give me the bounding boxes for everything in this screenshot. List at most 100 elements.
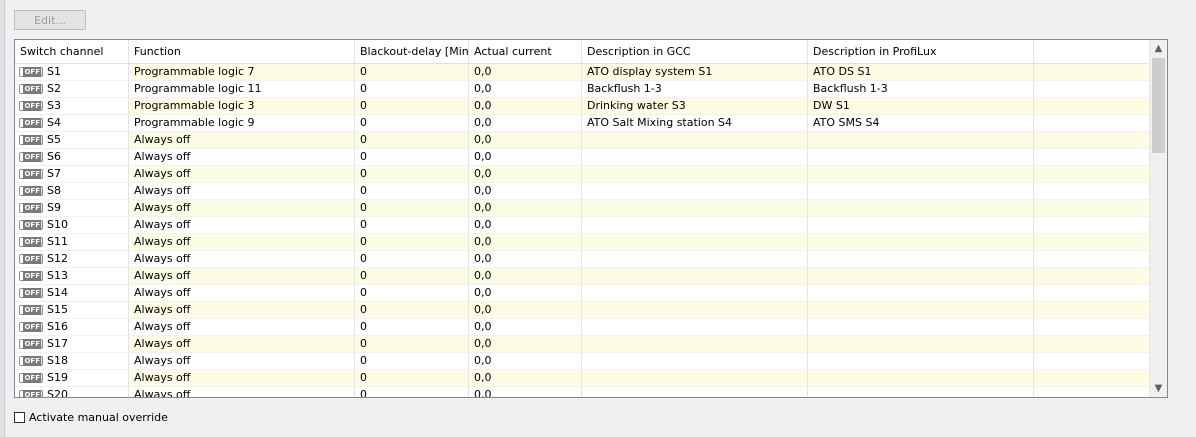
function-cell[interactable]: Always off xyxy=(129,336,355,353)
off-toggle-icon[interactable]: OFF xyxy=(19,322,43,332)
table-row[interactable]: OFF S19 Always off 0 0,0 xyxy=(15,370,1151,387)
column-header-switch-channel[interactable]: Switch channel xyxy=(15,40,129,64)
function-cell[interactable]: Always off xyxy=(129,200,355,217)
description-profilux-cell[interactable] xyxy=(808,183,1034,200)
switch-channel-cell[interactable]: OFF S4 xyxy=(15,115,129,132)
table-row[interactable]: OFF S11 Always off 0 0,0 xyxy=(15,234,1151,251)
table-row[interactable]: OFF S9 Always off 0 0,0 xyxy=(15,200,1151,217)
description-profilux-cell[interactable] xyxy=(808,200,1034,217)
function-cell[interactable]: Always off xyxy=(129,387,355,397)
off-toggle-icon[interactable]: OFF xyxy=(19,390,43,397)
function-cell[interactable]: Programmable logic 7 xyxy=(129,64,355,81)
function-cell[interactable]: Programmable logic 3 xyxy=(129,98,355,115)
blackout-delay-cell[interactable]: 0 xyxy=(355,234,469,251)
description-gcc-cell[interactable] xyxy=(582,149,808,166)
chevron-up-icon[interactable]: ▲ xyxy=(1150,40,1167,57)
description-profilux-cell[interactable] xyxy=(808,353,1034,370)
description-gcc-cell[interactable]: ATO display system S1 xyxy=(582,64,808,81)
description-gcc-cell[interactable] xyxy=(582,251,808,268)
function-cell[interactable]: Always off xyxy=(129,302,355,319)
blackout-delay-cell[interactable]: 0 xyxy=(355,319,469,336)
function-cell[interactable]: Always off xyxy=(129,319,355,336)
description-profilux-cell[interactable]: ATO SMS S4 xyxy=(808,115,1034,132)
description-gcc-cell[interactable] xyxy=(582,132,808,149)
edit-button[interactable]: Edit... xyxy=(14,10,86,30)
chevron-down-icon[interactable]: ▼ xyxy=(1150,380,1167,397)
switch-channel-cell[interactable]: OFF S13 xyxy=(15,268,129,285)
description-profilux-cell[interactable] xyxy=(808,149,1034,166)
switch-channel-cell[interactable]: OFF S2 xyxy=(15,81,129,98)
off-toggle-icon[interactable]: OFF xyxy=(19,101,43,111)
description-gcc-cell[interactable] xyxy=(582,319,808,336)
description-profilux-cell[interactable] xyxy=(808,234,1034,251)
description-profilux-cell[interactable] xyxy=(808,251,1034,268)
off-toggle-icon[interactable]: OFF xyxy=(19,271,43,281)
function-cell[interactable]: Programmable logic 9 xyxy=(129,115,355,132)
blackout-delay-cell[interactable]: 0 xyxy=(355,353,469,370)
blackout-delay-cell[interactable]: 0 xyxy=(355,81,469,98)
column-header-description-profilux[interactable]: Description in ProfiLux xyxy=(808,40,1034,64)
description-profilux-cell[interactable] xyxy=(808,132,1034,149)
off-toggle-icon[interactable]: OFF xyxy=(19,118,43,128)
table-row[interactable]: OFF S13 Always off 0 0,0 xyxy=(15,268,1151,285)
description-profilux-cell[interactable]: Backflush 1-3 xyxy=(808,81,1034,98)
switch-channel-cell[interactable]: OFF S8 xyxy=(15,183,129,200)
description-profilux-cell[interactable] xyxy=(808,370,1034,387)
off-toggle-icon[interactable]: OFF xyxy=(19,203,43,213)
switch-channel-cell[interactable]: OFF S17 xyxy=(15,336,129,353)
function-cell[interactable]: Always off xyxy=(129,234,355,251)
off-toggle-icon[interactable]: OFF xyxy=(19,186,43,196)
column-header-description-gcc[interactable]: Description in GCC xyxy=(582,40,808,64)
off-toggle-icon[interactable]: OFF xyxy=(19,288,43,298)
switch-channel-cell[interactable]: OFF S7 xyxy=(15,166,129,183)
blackout-delay-cell[interactable]: 0 xyxy=(355,132,469,149)
blackout-delay-cell[interactable]: 0 xyxy=(355,336,469,353)
description-gcc-cell[interactable] xyxy=(582,302,808,319)
description-gcc-cell[interactable] xyxy=(582,370,808,387)
description-gcc-cell[interactable] xyxy=(582,183,808,200)
table-row[interactable]: OFF S1 Programmable logic 7 0 0,0 ATO display… xyxy=(15,64,1151,81)
table-row[interactable]: OFF S12 Always off 0 0,0 xyxy=(15,251,1151,268)
column-header-blackout-delay[interactable]: Blackout-delay [Min] xyxy=(355,40,469,64)
description-profilux-cell[interactable]: DW S1 xyxy=(808,98,1034,115)
function-cell[interactable]: Always off xyxy=(129,268,355,285)
off-toggle-icon[interactable]: OFF xyxy=(19,135,43,145)
table-row[interactable]: OFF S7 Always off 0 0,0 xyxy=(15,166,1151,183)
function-cell[interactable]: Always off xyxy=(129,353,355,370)
description-profilux-cell[interactable] xyxy=(808,285,1034,302)
table-row[interactable]: OFF S18 Always off 0 0,0 xyxy=(15,353,1151,370)
switch-channel-cell[interactable]: OFF S10 xyxy=(15,217,129,234)
blackout-delay-cell[interactable]: 0 xyxy=(355,115,469,132)
switch-channel-cell[interactable]: OFF S18 xyxy=(15,353,129,370)
description-profilux-cell[interactable] xyxy=(808,387,1034,397)
off-toggle-icon[interactable]: OFF xyxy=(19,339,43,349)
switch-channel-cell[interactable]: OFF S5 xyxy=(15,132,129,149)
description-profilux-cell[interactable] xyxy=(808,336,1034,353)
description-profilux-cell[interactable] xyxy=(808,166,1034,183)
scrollbar-thumb[interactable] xyxy=(1152,58,1165,153)
description-gcc-cell[interactable] xyxy=(582,285,808,302)
blackout-delay-cell[interactable]: 0 xyxy=(355,217,469,234)
table-row[interactable]: OFF S2 Programmable logic 11 0 0,0 Backflush … xyxy=(15,81,1151,98)
description-profilux-cell[interactable] xyxy=(808,268,1034,285)
switch-channel-cell[interactable]: OFF S20 xyxy=(15,387,129,397)
table-row[interactable]: OFF S3 Programmable logic 3 0 0,0 Drinking wa… xyxy=(15,98,1151,115)
switch-channel-cell[interactable]: OFF S9 xyxy=(15,200,129,217)
description-profilux-cell[interactable] xyxy=(808,302,1034,319)
table-row[interactable]: OFF S14 Always off 0 0,0 xyxy=(15,285,1151,302)
off-toggle-icon[interactable]: OFF xyxy=(19,254,43,264)
function-cell[interactable]: Always off xyxy=(129,251,355,268)
description-profilux-cell[interactable] xyxy=(808,217,1034,234)
table-row[interactable]: OFF S17 Always off 0 0,0 xyxy=(15,336,1151,353)
off-toggle-icon[interactable]: OFF xyxy=(19,84,43,94)
description-profilux-cell[interactable]: ATO DS S1 xyxy=(808,64,1034,81)
description-gcc-cell[interactable] xyxy=(582,387,808,397)
table-row[interactable]: OFF S8 Always off 0 0,0 xyxy=(15,183,1151,200)
blackout-delay-cell[interactable]: 0 xyxy=(355,268,469,285)
function-cell[interactable]: Always off xyxy=(129,370,355,387)
manual-override[interactable]: Activate manual override xyxy=(14,409,168,425)
switch-channel-cell[interactable]: OFF S6 xyxy=(15,149,129,166)
description-gcc-cell[interactable] xyxy=(582,336,808,353)
blackout-delay-cell[interactable]: 0 xyxy=(355,149,469,166)
off-toggle-icon[interactable]: OFF xyxy=(19,305,43,315)
